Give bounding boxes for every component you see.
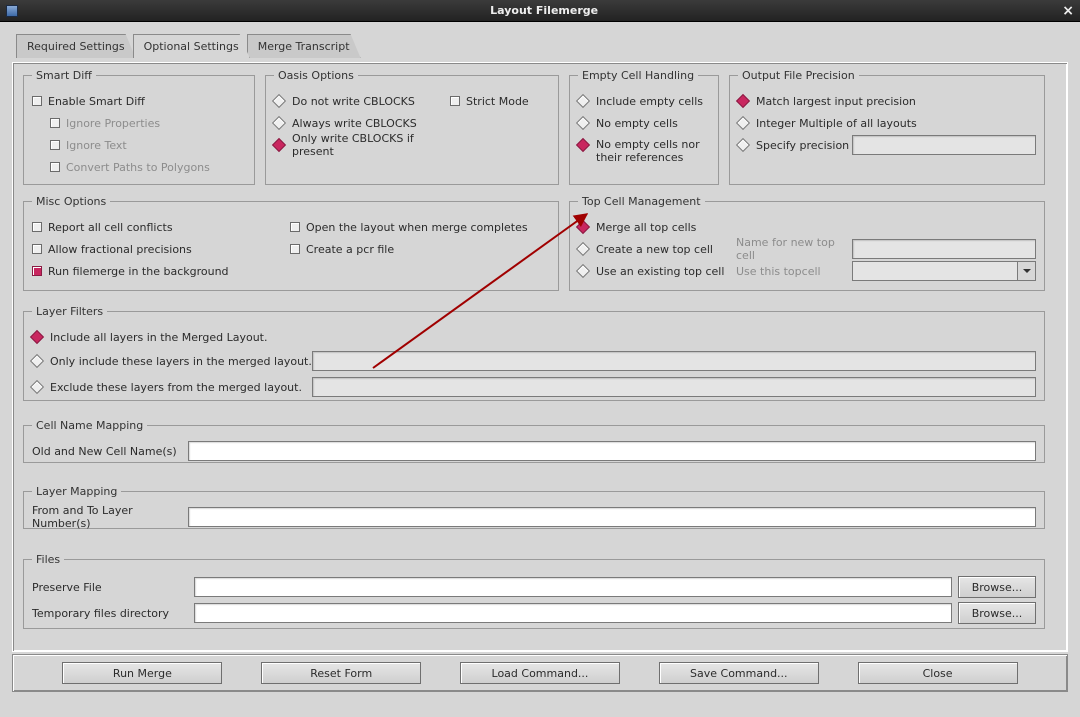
radio-include-all-layers[interactable]: Include all layers in the Merged Layout.	[32, 326, 1036, 348]
load-command-button[interactable]: Load Command...	[460, 662, 620, 684]
browse-tmpdir-button[interactable]: Browse...	[958, 602, 1036, 624]
legend-precision: Output File Precision	[738, 69, 859, 82]
radio-include-empty[interactable]: Include empty cells	[578, 90, 710, 112]
close-button[interactable]: Close	[858, 662, 1018, 684]
legend-files: Files	[32, 553, 64, 566]
radio-only-layers[interactable]: Only include these layers in the merged …	[32, 348, 1036, 374]
radio-match-precision[interactable]: Match largest input precision	[738, 90, 1036, 112]
legend-layer-map: Layer Mapping	[32, 485, 121, 498]
radio-create-topcell[interactable]: Create a new top cell Name for new top c…	[578, 238, 1036, 260]
tab-required[interactable]: Required Settings	[16, 34, 136, 58]
radio-specify-precision[interactable]: Specify precision	[738, 134, 1036, 156]
legend-smart-diff: Smart Diff	[32, 69, 96, 82]
input-preserve-file[interactable]	[194, 577, 952, 597]
legend-topcell: Top Cell Management	[578, 195, 705, 208]
tab-transcript[interactable]: Merge Transcript	[247, 34, 361, 58]
group-layer-mapping: Layer Mapping From and To Layer Number(s…	[23, 485, 1045, 529]
tab-optional[interactable]: Optional Settings	[133, 34, 250, 58]
check-run-background[interactable]: Run filemerge in the background	[32, 260, 290, 282]
group-layer-filters: Layer Filters Include all layers in the …	[23, 305, 1045, 401]
legend-empty-cell: Empty Cell Handling	[578, 69, 698, 82]
input-specify-precision	[852, 135, 1036, 155]
bottom-bar: Run Merge Reset Form Load Command... Sav…	[12, 654, 1068, 692]
radio-no-empty-refs[interactable]: No empty cells nor their references	[578, 134, 710, 168]
group-empty-cell: Empty Cell Handling Include empty cells …	[569, 69, 719, 185]
check-open-layout[interactable]: Open the layout when merge completes	[290, 216, 550, 238]
check-report-conflicts[interactable]: Report all cell conflicts	[32, 216, 290, 238]
radio-cblocks-none[interactable]: Do not write CBLOCKS	[274, 90, 450, 112]
radio-intmul-precision[interactable]: Integer Multiple of all layouts	[738, 112, 1036, 134]
legend-misc: Misc Options	[32, 195, 110, 208]
check-strict-mode[interactable]: Strict Mode	[450, 90, 550, 112]
label-tmpdir: Temporary files directory	[32, 607, 188, 620]
input-only-layers	[312, 351, 1036, 371]
radio-no-empty[interactable]: No empty cells	[578, 112, 710, 134]
reset-form-button[interactable]: Reset Form	[261, 662, 421, 684]
app-icon	[6, 5, 18, 17]
legend-cell-map: Cell Name Mapping	[32, 419, 147, 432]
radio-exclude-layers[interactable]: Exclude these layers from the merged lay…	[32, 374, 1036, 400]
tab-bar: Required Settings Optional Settings Merg…	[16, 32, 1072, 58]
check-enable-smart-diff[interactable]: Enable Smart Diff	[32, 90, 246, 112]
run-merge-button[interactable]: Run Merge	[62, 662, 222, 684]
input-exclude-layers	[312, 377, 1036, 397]
check-convert-paths: Convert Paths to Polygons	[32, 156, 246, 178]
group-topcell: Top Cell Management Merge all top cells …	[569, 195, 1045, 291]
label-name-new-topcell: Name for new top cell	[736, 236, 852, 262]
radio-merge-topcells[interactable]: Merge all top cells	[578, 216, 1036, 238]
radio-use-topcell[interactable]: Use an existing top cell Use this topcel…	[578, 260, 1036, 282]
radio-cblocks-always[interactable]: Always write CBLOCKS	[274, 112, 450, 134]
group-cell-name-mapping: Cell Name Mapping Old and New Cell Name(…	[23, 419, 1045, 463]
input-cell-map[interactable]	[188, 441, 1036, 461]
radio-cblocks-present[interactable]: Only write CBLOCKS if present	[274, 134, 450, 156]
input-tmpdir[interactable]	[194, 603, 952, 623]
group-files: Files Preserve File Browse... Temporary …	[23, 553, 1045, 629]
legend-layer-filters: Layer Filters	[32, 305, 107, 318]
label-preserve-file: Preserve File	[32, 581, 188, 594]
titlebar: Layout Filemerge ×	[0, 0, 1080, 22]
check-fractional-precisions[interactable]: Allow fractional precisions	[32, 238, 290, 260]
window-title: Layout Filemerge	[26, 4, 1062, 17]
input-new-topcell-name	[852, 239, 1036, 259]
group-misc: Misc Options Report all cell conflicts A…	[23, 195, 559, 291]
label-layer-map: From and To Layer Number(s)	[32, 504, 188, 530]
save-command-button[interactable]: Save Command...	[659, 662, 819, 684]
close-icon[interactable]: ×	[1062, 3, 1074, 19]
check-create-pcr[interactable]: Create a pcr file	[290, 238, 550, 260]
chevron-down-icon	[1017, 262, 1035, 280]
group-precision: Output File Precision Match largest inpu…	[729, 69, 1045, 185]
label-use-topcell: Use this topcell	[736, 265, 852, 278]
check-ignore-properties: Ignore Properties	[32, 112, 246, 134]
group-oasis: Oasis Options Do not write CBLOCKS Alway…	[265, 69, 559, 185]
combo-existing-topcell	[852, 261, 1036, 281]
legend-oasis: Oasis Options	[274, 69, 358, 82]
label-cell-map: Old and New Cell Name(s)	[32, 445, 188, 458]
browse-preserve-button[interactable]: Browse...	[958, 576, 1036, 598]
check-ignore-text: Ignore Text	[32, 134, 246, 156]
input-layer-map[interactable]	[188, 507, 1036, 527]
group-smart-diff: Smart Diff Enable Smart Diff Ignore Prop…	[23, 69, 255, 185]
